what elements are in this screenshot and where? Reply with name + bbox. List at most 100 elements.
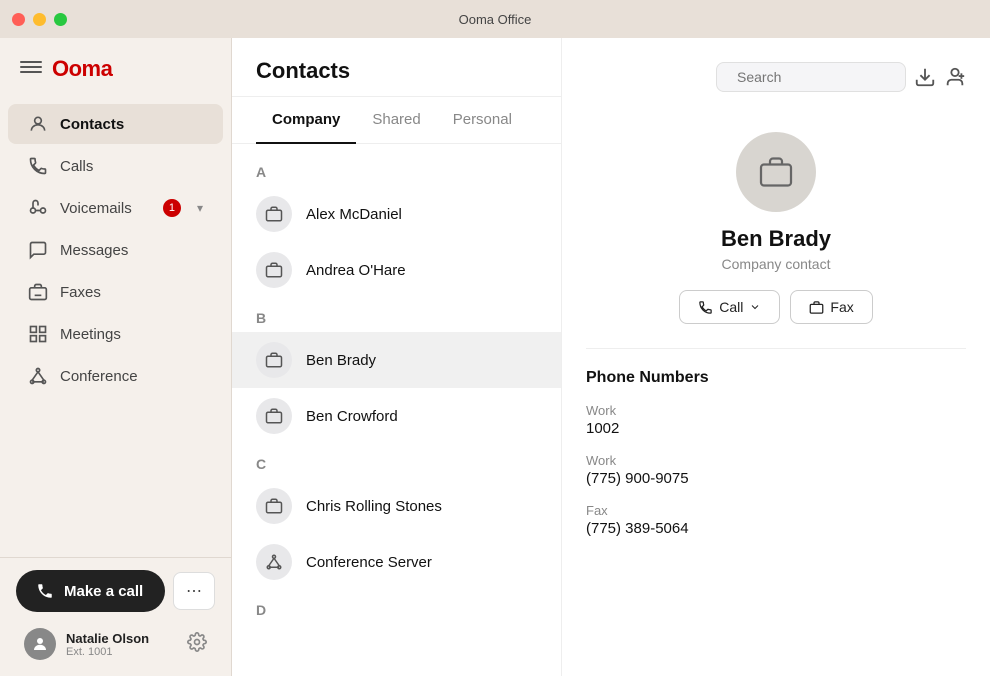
user-info: Natalie Olson Ext. 1001 [16,624,215,664]
add-contact-button[interactable] [944,66,966,88]
sidebar-item-voicemails[interactable]: Voicemails 1 ▾ [8,188,223,228]
list-item[interactable]: Conference Server [232,534,561,590]
tab-shared[interactable]: Shared [356,97,436,144]
phone-number: 1002 [586,420,966,437]
sidebar-item-messages[interactable]: Messages [8,230,223,270]
voicemails-icon [28,198,48,218]
user-name: Natalie Olson [66,631,177,646]
sidebar-item-meetings[interactable]: Meetings [8,314,223,354]
messages-icon [28,240,48,260]
profile-name: Ben Brady [721,226,831,252]
contact-name: Ben Crowford [306,408,398,425]
faxes-label: Faxes [60,284,101,301]
phone-section-title: Phone Numbers [586,369,966,387]
sidebar-item-conference[interactable]: Conference [8,356,223,396]
window-controls [12,13,67,26]
sidebar-bottom: Make a call ⋯ Natalie Olson Ext. 1001 [0,557,231,676]
section-label-d: D [232,590,561,624]
close-button[interactable] [12,13,25,26]
make-call-button[interactable]: Make a call [16,570,165,612]
contact-name: Conference Server [306,554,432,571]
search-input[interactable] [737,69,918,85]
more-icon: ⋯ [186,581,202,601]
logo-text: Ooma [52,56,112,82]
sidebar-item-calls[interactable]: Calls [8,146,223,186]
phone-entry: Fax (775) 389-5064 [586,503,966,537]
profile-type: Company contact [722,256,831,272]
voicemails-chevron-icon: ▾ [197,201,203,215]
list-item[interactable]: Chris Rolling Stones [232,478,561,534]
voicemails-label: Voicemails [60,200,132,217]
minimize-button[interactable] [33,13,46,26]
meetings-label: Meetings [60,326,121,343]
contacts-header: Contacts [232,38,561,97]
phone-entry: Work (775) 900-9075 [586,453,966,487]
maximize-button[interactable] [54,13,67,26]
calls-label: Calls [60,158,93,175]
sidebar-item-contacts[interactable]: Contacts [8,104,223,144]
phone-section: Phone Numbers Work 1002 Work (775) 900-9… [586,369,966,537]
phone-entry: Work 1002 [586,403,966,437]
download-icon [914,66,936,88]
conference-icon [28,366,48,386]
call-label: Call [719,299,743,315]
avatar [24,628,56,660]
hamburger-icon[interactable] [20,61,42,77]
call-icon [698,300,713,315]
search-bar[interactable] [716,62,906,92]
user-details: Natalie Olson Ext. 1001 [66,631,177,658]
contacts-label: Contacts [60,116,124,133]
contact-name: Ben Brady [306,352,376,369]
section-label-c: C [232,444,561,478]
tabs: Company Shared Personal [232,97,561,144]
titlebar: Ooma Office [0,0,990,38]
contact-name: Andrea O'Hare [306,262,406,279]
contact-avatar [256,488,292,524]
sidebar: Ooma Contacts Calls [0,38,232,676]
phone-icon [36,582,54,600]
contact-profile: Ben Brady Company contact Call [586,108,966,344]
call-button[interactable]: Call [679,290,780,324]
list-item[interactable]: Ben Crowford [232,388,561,444]
phone-label: Fax [586,503,966,518]
contact-name: Chris Rolling Stones [306,498,442,515]
sidebar-item-faxes[interactable]: Faxes [8,272,223,312]
detail-header [586,62,966,108]
logo-area: Ooma [0,38,231,98]
faxes-icon [28,282,48,302]
fax-icon [809,300,824,315]
app-body: Ooma Contacts Calls [0,38,990,676]
section-label-a: A [232,152,561,186]
voicemails-badge: 1 [163,199,181,217]
contact-avatar [256,342,292,378]
messages-label: Messages [60,242,128,259]
list-item[interactable]: Ben Brady [232,332,561,388]
phone-number: (775) 389-5064 [586,520,966,537]
tab-personal[interactable]: Personal [437,97,528,144]
contact-name: Alex McDaniel [306,206,402,223]
list-item[interactable]: Andrea O'Hare [232,242,561,298]
profile-avatar [736,132,816,212]
header-actions [716,62,966,92]
download-button[interactable] [914,66,936,88]
fax-label: Fax [830,299,853,315]
settings-icon[interactable] [187,632,207,657]
profile-actions: Call Fax [679,290,872,324]
call-dropdown-icon [749,301,761,313]
tab-company[interactable]: Company [256,97,356,144]
add-user-icon [944,66,966,88]
fax-button[interactable]: Fax [790,290,872,324]
contacts-icon [28,114,48,134]
contact-avatar [256,252,292,288]
sidebar-nav: Contacts Calls Voicemai [0,98,231,557]
more-button[interactable]: ⋯ [173,572,215,610]
list-item[interactable]: Alex McDaniel [232,186,561,242]
conference-label: Conference [60,368,138,385]
window-title: Ooma Office [459,12,532,27]
make-call-label: Make a call [64,583,143,600]
conference-contact-avatar [256,544,292,580]
content: Contacts Company Shared Personal A [232,38,990,676]
call-row: Make a call ⋯ [16,570,215,612]
contacts-title: Contacts [256,58,350,84]
phone-number: (775) 900-9075 [586,470,966,487]
